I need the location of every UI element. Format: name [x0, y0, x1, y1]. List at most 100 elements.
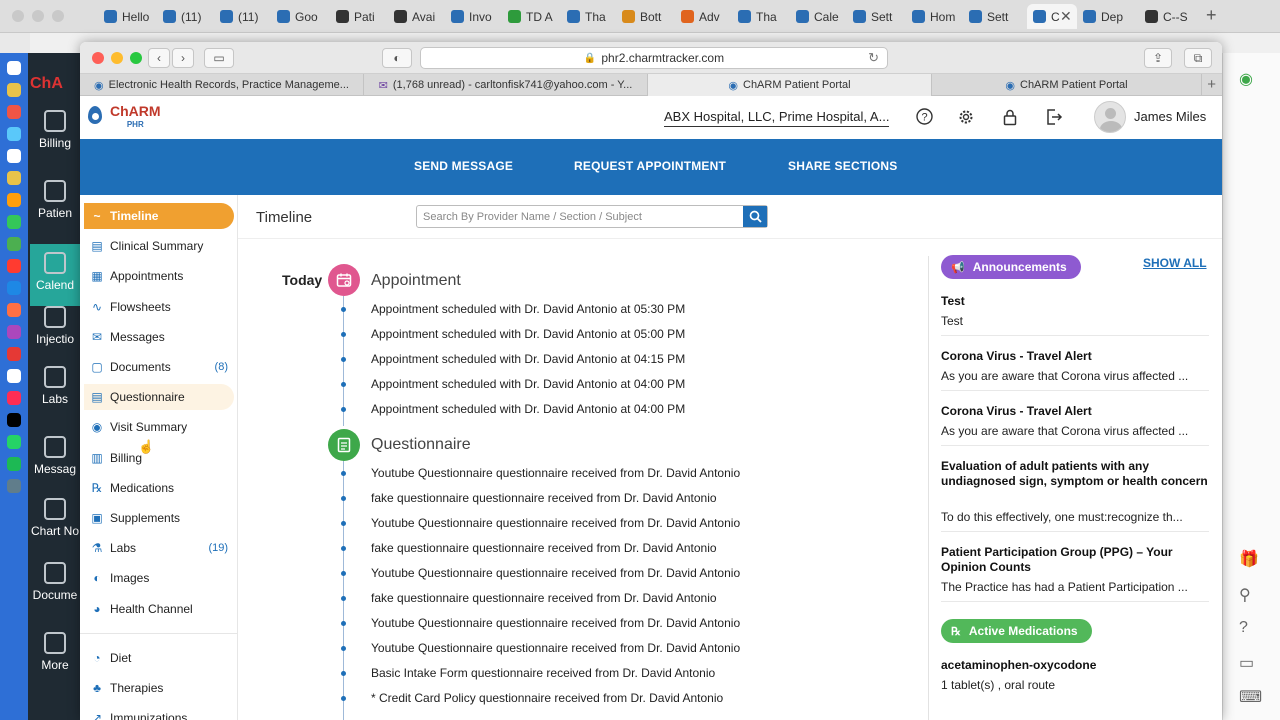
- dock-app-icon[interactable]: [7, 391, 21, 405]
- sidebar-toggle-icon[interactable]: ▭: [204, 48, 234, 68]
- timeline-entry[interactable]: Appointment scheduled with Dr. David Ant…: [371, 352, 685, 366]
- timeline-entry[interactable]: Appointment scheduled with Dr. David Ant…: [371, 327, 685, 341]
- dock-app-icon[interactable]: [7, 171, 21, 185]
- new-tab-button[interactable]: +: [1207, 76, 1216, 93]
- sidebar-item-flowsheets[interactable]: ∿ Flowsheets: [84, 294, 234, 320]
- outer-tab[interactable]: Bott: [622, 4, 676, 29]
- sidebar-item-questionnaire[interactable]: ▤ Questionnaire: [84, 384, 234, 411]
- sidebar-item-messages[interactable]: ✉ Messages: [84, 324, 234, 350]
- dock-app-icon[interactable]: [7, 259, 21, 273]
- timeline-entry[interactable]: fake questionnaire questionnaire receive…: [371, 541, 717, 555]
- outer-tab[interactable]: (11): [163, 4, 217, 29]
- outer-tab[interactable]: Cale: [796, 4, 850, 29]
- sidebar-item-medications[interactable]: ℞ Medications: [84, 475, 234, 501]
- sidebar-item-health-channel[interactable]: ◕ Health Channel: [84, 596, 234, 622]
- search-button[interactable]: [743, 206, 767, 227]
- outer-tab[interactable]: Invo: [451, 4, 505, 29]
- sidebar-item-documents[interactable]: ▢ Documents (8): [84, 354, 234, 380]
- dock-app-icon[interactable]: [7, 347, 21, 361]
- help-icon[interactable]: ?: [914, 108, 934, 129]
- safari-tab-active[interactable]: ◉ ChARM Patient Portal: [648, 74, 932, 96]
- dock-app-icon[interactable]: [7, 193, 21, 207]
- dock-app-icon[interactable]: [7, 215, 21, 229]
- timeline-entry[interactable]: Youtube Questionnaire questionnaire rece…: [371, 516, 740, 530]
- sidebar-item-images[interactable]: ◐ Images: [84, 565, 234, 591]
- timeline-entry[interactable]: fake questionnaire questionnaire receive…: [371, 491, 717, 505]
- show-all-link[interactable]: SHOW ALL: [1143, 256, 1207, 270]
- sidebar-item-appointments[interactable]: ▦ Appointments: [84, 263, 234, 289]
- timeline-entry[interactable]: Youtube Questionnaire questionnaire rece…: [371, 616, 740, 630]
- sidebar-item-supplements[interactable]: ▣ Supplements: [84, 505, 234, 531]
- settings-gear-icon[interactable]: [956, 108, 976, 130]
- facility-selector[interactable]: ABX Hospital, LLC, Prime Hospital, A...: [664, 109, 890, 127]
- dock-app-icon[interactable]: [7, 127, 21, 141]
- layout-icon[interactable]: ▭: [1239, 653, 1254, 673]
- announcement-title[interactable]: Corona Virus - Travel Alert: [941, 349, 1209, 364]
- outer-tab[interactable]: Sett: [853, 4, 907, 29]
- announcement-title[interactable]: Evaluation of adult patients with any un…: [941, 459, 1209, 489]
- outer-tab[interactable]: Dep: [1083, 4, 1137, 29]
- close-window-button[interactable]: [92, 52, 104, 64]
- timeline-entry[interactable]: Basic Intake Form questionnaire received…: [371, 666, 715, 680]
- user-name[interactable]: James Miles: [1134, 109, 1206, 124]
- background-nav-item[interactable]: Messag: [30, 436, 80, 484]
- dock-app-icon[interactable]: [7, 237, 21, 251]
- timeline-entry[interactable]: Appointment scheduled with Dr. David Ant…: [371, 402, 685, 416]
- dock-app-icon[interactable]: [7, 61, 21, 75]
- send-message-button[interactable]: SEND MESSAGE: [414, 159, 513, 173]
- safari-tab[interactable]: ◉ Electronic Health Records, Practice Ma…: [80, 74, 364, 96]
- timeline-entry[interactable]: fake questionnaire questionnaire receive…: [371, 591, 717, 605]
- dock-app-icon[interactable]: [7, 457, 21, 471]
- address-bar[interactable]: 🔒 phr2.charmtracker.com ↻: [420, 47, 888, 69]
- minimize-window-button[interactable]: [111, 52, 123, 64]
- request-appointment-button[interactable]: REQUEST APPOINTMENT: [574, 159, 726, 173]
- dock-app-icon[interactable]: [7, 479, 21, 493]
- dock-app-icon[interactable]: [7, 83, 21, 97]
- announcement-title[interactable]: Patient Participation Group (PPG) – Your…: [941, 545, 1209, 575]
- dock-app-icon[interactable]: [7, 303, 21, 317]
- keyboard-icon[interactable]: ⌨: [1239, 687, 1262, 707]
- privacy-shield-icon[interactable]: ◐: [382, 48, 412, 68]
- share-sections-button[interactable]: SHARE SECTIONS: [788, 159, 897, 173]
- reload-icon[interactable]: ↻: [868, 50, 879, 66]
- outer-tab[interactable]: Adv: [681, 4, 735, 29]
- dock-app-icon[interactable]: [7, 369, 21, 383]
- timeline-entry[interactable]: * Credit Card Policy questionnaire recei…: [371, 691, 723, 705]
- safari-tab[interactable]: ◉ ChARM Patient Portal: [932, 74, 1202, 96]
- outer-tab[interactable]: Tha: [738, 4, 792, 29]
- charm-extension-icon[interactable]: ◉: [1239, 69, 1253, 89]
- outer-tab[interactable]: Hello: [104, 4, 158, 29]
- outer-tab[interactable]: Hom: [912, 4, 966, 29]
- background-nav-item[interactable]: Injectio: [30, 306, 80, 354]
- charm-phr-logo[interactable]: ChARM PHR: [86, 104, 161, 129]
- dock-app-icon[interactable]: [7, 435, 21, 449]
- lock-icon[interactable]: [1000, 108, 1020, 130]
- announcement-title[interactable]: Corona Virus - Travel Alert: [941, 404, 1209, 419]
- sidebar-item-visit-summary[interactable]: ◉ Visit Summary: [84, 414, 234, 440]
- sidebar-item-clinical-summary[interactable]: ▤ Clinical Summary: [84, 233, 234, 259]
- tabs-overview-icon[interactable]: ⧉: [1184, 48, 1212, 68]
- user-avatar[interactable]: [1094, 101, 1126, 133]
- background-nav-item[interactable]: Chart No: [30, 498, 80, 546]
- outer-tab[interactable]: Sett: [969, 4, 1023, 29]
- sidebar-item-therapies[interactable]: ♣ Therapies: [84, 675, 234, 701]
- sidebar-item-diet[interactable]: ◔ Diet: [84, 645, 234, 671]
- outer-tab[interactable]: Avai: [394, 4, 448, 29]
- outer-tab[interactable]: TD A: [508, 4, 562, 29]
- sidebar-item-immunizations[interactable]: ↗ Immunizations: [84, 705, 234, 720]
- dock-app-icon[interactable]: [7, 149, 21, 163]
- outer-tab[interactable]: C--S: [1145, 4, 1199, 29]
- back-button[interactable]: ‹: [148, 48, 170, 68]
- background-nav-item[interactable]: Billing: [30, 110, 80, 158]
- dock-app-icon[interactable]: [7, 413, 21, 427]
- timeline-entry[interactable]: Appointment scheduled with Dr. David Ant…: [371, 377, 685, 391]
- timeline-entry[interactable]: Youtube Questionnaire questionnaire rece…: [371, 641, 740, 655]
- dock-app-icon[interactable]: [7, 105, 21, 119]
- outer-tab[interactable]: Tha: [567, 4, 621, 29]
- close-tab-icon[interactable]: ✕: [1060, 8, 1072, 25]
- background-nav-item[interactable]: Labs: [30, 366, 80, 414]
- timeline-entry[interactable]: Appointment scheduled with Dr. David Ant…: [371, 302, 685, 316]
- plug-icon[interactable]: ⚲: [1239, 585, 1251, 605]
- gift-icon[interactable]: 🎁: [1239, 549, 1259, 569]
- medication-name[interactable]: acetaminophen-oxycodone: [941, 658, 1209, 673]
